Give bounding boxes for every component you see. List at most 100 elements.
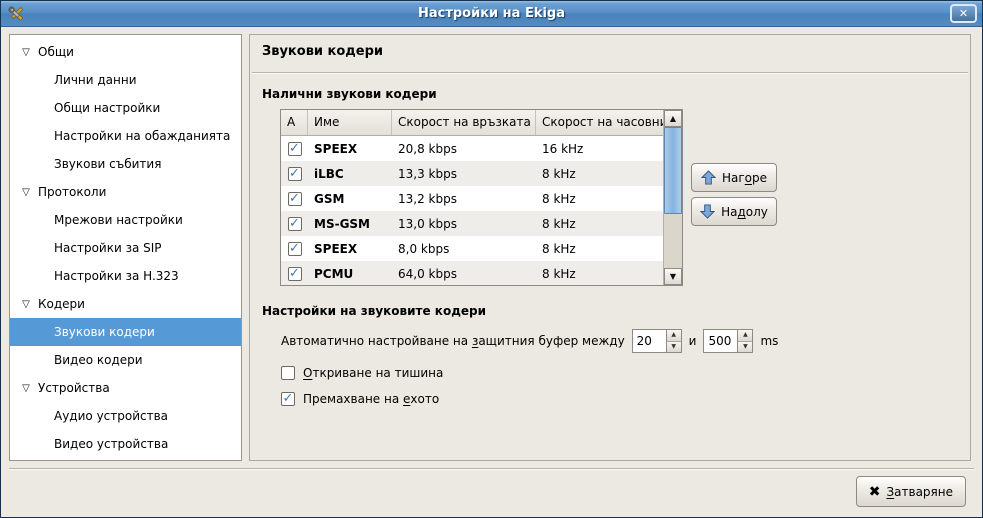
table-row[interactable]: ✓ SPEEX 8,0 kbps 8 kHz <box>281 236 663 261</box>
codec-name: MS-GSM <box>308 217 392 231</box>
preferences-tools-icon <box>7 5 25 23</box>
arrow-down-icon: ▼ <box>670 272 676 281</box>
codec-bitrate: 13,0 kbps <box>392 217 536 231</box>
sidebar: ▽ Общи Лични данни Общи настройки Настро… <box>9 34 242 461</box>
codec-clockrate: 8 kHz <box>536 217 663 231</box>
silence-detection-option[interactable]: ✓ Откриване на тишина <box>281 364 443 382</box>
jitter-min-spinner[interactable]: ▲▼ <box>632 329 682 353</box>
close-x-icon: ✖ <box>869 484 881 500</box>
table-row[interactable]: ✓ MS-GSM 13,0 kbps 8 kHz <box>281 211 663 236</box>
codecs-section-label: Налични звукови кодери <box>262 87 437 101</box>
ms-unit-label: ms <box>760 334 778 348</box>
sidebar-item-call-options[interactable]: Настройки на обажданията <box>10 122 241 150</box>
sidebar-item-h323-settings[interactable]: Настройки за H.323 <box>10 262 241 290</box>
echo-cancellation-option[interactable]: ✓ Премахване на ехото <box>281 390 439 408</box>
jitter-min-input[interactable] <box>633 330 666 352</box>
sidebar-group-devices[interactable]: ▽ Устройства <box>10 374 241 402</box>
sidebar-item-network-settings[interactable]: Мрежови настройки <box>10 206 241 234</box>
spin-up-icon[interactable]: ▲ <box>667 330 681 342</box>
close-icon: ✕ <box>959 7 968 20</box>
sidebar-group-protocols[interactable]: ▽ Протоколи <box>10 178 241 206</box>
codec-name: GSM <box>308 192 392 206</box>
codec-name: PCMU <box>308 267 392 281</box>
sidebar-item-video-devices[interactable]: Видео устройства <box>10 430 241 458</box>
silence-detection-checkbox[interactable]: ✓ <box>281 366 295 380</box>
scrollbar-track[interactable] <box>664 127 682 268</box>
main-panel: Звукови кодери Налични звукови кодери А … <box>249 34 971 461</box>
expander-icon[interactable]: ▽ <box>18 383 34 394</box>
sidebar-group-general[interactable]: ▽ Общи <box>10 38 241 66</box>
codec-clockrate: 8 kHz <box>536 242 663 256</box>
arrow-up-icon <box>701 170 716 185</box>
sidebar-item-personal-data[interactable]: Лични данни <box>10 66 241 94</box>
titlebar[interactable]: Настройки на Ekiga ✕ <box>1 1 982 27</box>
codec-enabled-checkbox[interactable]: ✓ <box>288 242 302 256</box>
codec-enabled-checkbox[interactable]: ✓ <box>288 167 302 181</box>
codec-bitrate: 13,3 kbps <box>392 167 536 181</box>
check-icon: ✓ <box>283 393 294 405</box>
expander-icon[interactable]: ▽ <box>18 299 34 310</box>
check-icon: ✓ <box>289 168 300 180</box>
table-row[interactable]: ✓ iLBC 13,3 kbps 8 kHz <box>281 161 663 186</box>
arrow-down-icon <box>700 204 715 219</box>
settings-section-label: Настройки на звуковите кодери <box>262 304 486 318</box>
check-icon: ✓ <box>289 268 300 280</box>
scroll-down-button[interactable]: ▼ <box>664 268 682 285</box>
spin-down-icon[interactable]: ▼ <box>738 342 752 353</box>
codec-enabled-checkbox[interactable]: ✓ <box>288 267 302 281</box>
jitter-max-spinner[interactable]: ▲▼ <box>703 329 753 353</box>
table-row[interactable]: ✓ SPEEX 20,8 kbps 16 kHz <box>281 136 663 161</box>
expander-icon[interactable]: ▽ <box>18 47 34 58</box>
close-button-label: Затваряне <box>886 485 953 499</box>
page-title: Звукови кодери <box>262 44 383 59</box>
check-icon: ✓ <box>289 143 300 155</box>
codec-enabled-checkbox[interactable]: ✓ <box>288 192 302 206</box>
sidebar-group-codecs[interactable]: ▽ Кодери <box>10 290 241 318</box>
table-row[interactable]: ✓ GSM 13,2 kbps 8 kHz <box>281 186 663 211</box>
codec-name: SPEEX <box>308 242 392 256</box>
sidebar-item-audio-codecs[interactable]: Звукови кодери <box>10 318 241 346</box>
expander-icon[interactable]: ▽ <box>18 187 34 198</box>
codec-clockrate: 16 kHz <box>536 142 663 156</box>
move-up-label: Нагоре <box>722 171 767 185</box>
codec-bitrate: 64,0 kbps <box>392 267 536 281</box>
title-separator <box>252 72 968 74</box>
sidebar-item-audio-devices[interactable]: Аудио устройства <box>10 402 241 430</box>
codec-enabled-checkbox[interactable]: ✓ <box>288 217 302 231</box>
move-down-button[interactable]: Надолу <box>691 197 777 226</box>
table-scrollbar[interactable]: ▲ ▼ <box>663 110 682 285</box>
spinner-buttons[interactable]: ▲▼ <box>666 330 681 352</box>
silence-detection-label: Откриване на тишина <box>303 366 443 380</box>
close-window-button[interactable]: ✕ <box>950 4 977 23</box>
check-icon: ✓ <box>289 243 300 255</box>
move-up-button[interactable]: Нагоре <box>691 163 777 192</box>
check-icon: ✓ <box>289 218 300 230</box>
column-header-name[interactable]: Име <box>308 110 392 135</box>
sidebar-item-general-settings[interactable]: Общи настройки <box>10 94 241 122</box>
jitter-max-input[interactable] <box>704 330 737 352</box>
codec-name: iLBC <box>308 167 392 181</box>
arrow-up-icon: ▲ <box>670 114 676 123</box>
codec-clockrate: 8 kHz <box>536 167 663 181</box>
column-header-clockrate[interactable]: Скорост на часовника <box>536 110 663 135</box>
spin-up-icon[interactable]: ▲ <box>738 330 752 342</box>
sidebar-item-sound-events[interactable]: Звукови събития <box>10 150 241 178</box>
spin-down-icon[interactable]: ▼ <box>667 342 681 353</box>
footer-separator <box>9 468 974 470</box>
spinner-buttons[interactable]: ▲▼ <box>737 330 752 352</box>
column-header-active[interactable]: А <box>281 110 308 135</box>
codec-bitrate: 13,2 kbps <box>392 192 536 206</box>
codec-enabled-checkbox[interactable]: ✓ <box>288 142 302 156</box>
column-header-bitrate[interactable]: Скорост на връзката <box>392 110 536 135</box>
sidebar-item-video-codecs[interactable]: Видео кодери <box>10 346 241 374</box>
preferences-window: Настройки на Ekiga ✕ ▽ Общи Лични данни … <box>0 0 983 518</box>
sidebar-item-sip-settings[interactable]: Настройки за SIP <box>10 234 241 262</box>
scrollbar-thumb[interactable] <box>664 127 682 214</box>
echo-cancellation-checkbox[interactable]: ✓ <box>281 392 295 406</box>
close-button[interactable]: ✖ Затваряне <box>856 476 966 507</box>
codec-clockrate: 8 kHz <box>536 267 663 281</box>
scroll-up-button[interactable]: ▲ <box>664 110 682 127</box>
jitter-label: Автоматично настройване на защитния буфе… <box>281 334 625 348</box>
table-row[interactable]: ✓ PCMU 64,0 kbps 8 kHz <box>281 261 663 285</box>
check-icon: ✓ <box>289 193 300 205</box>
